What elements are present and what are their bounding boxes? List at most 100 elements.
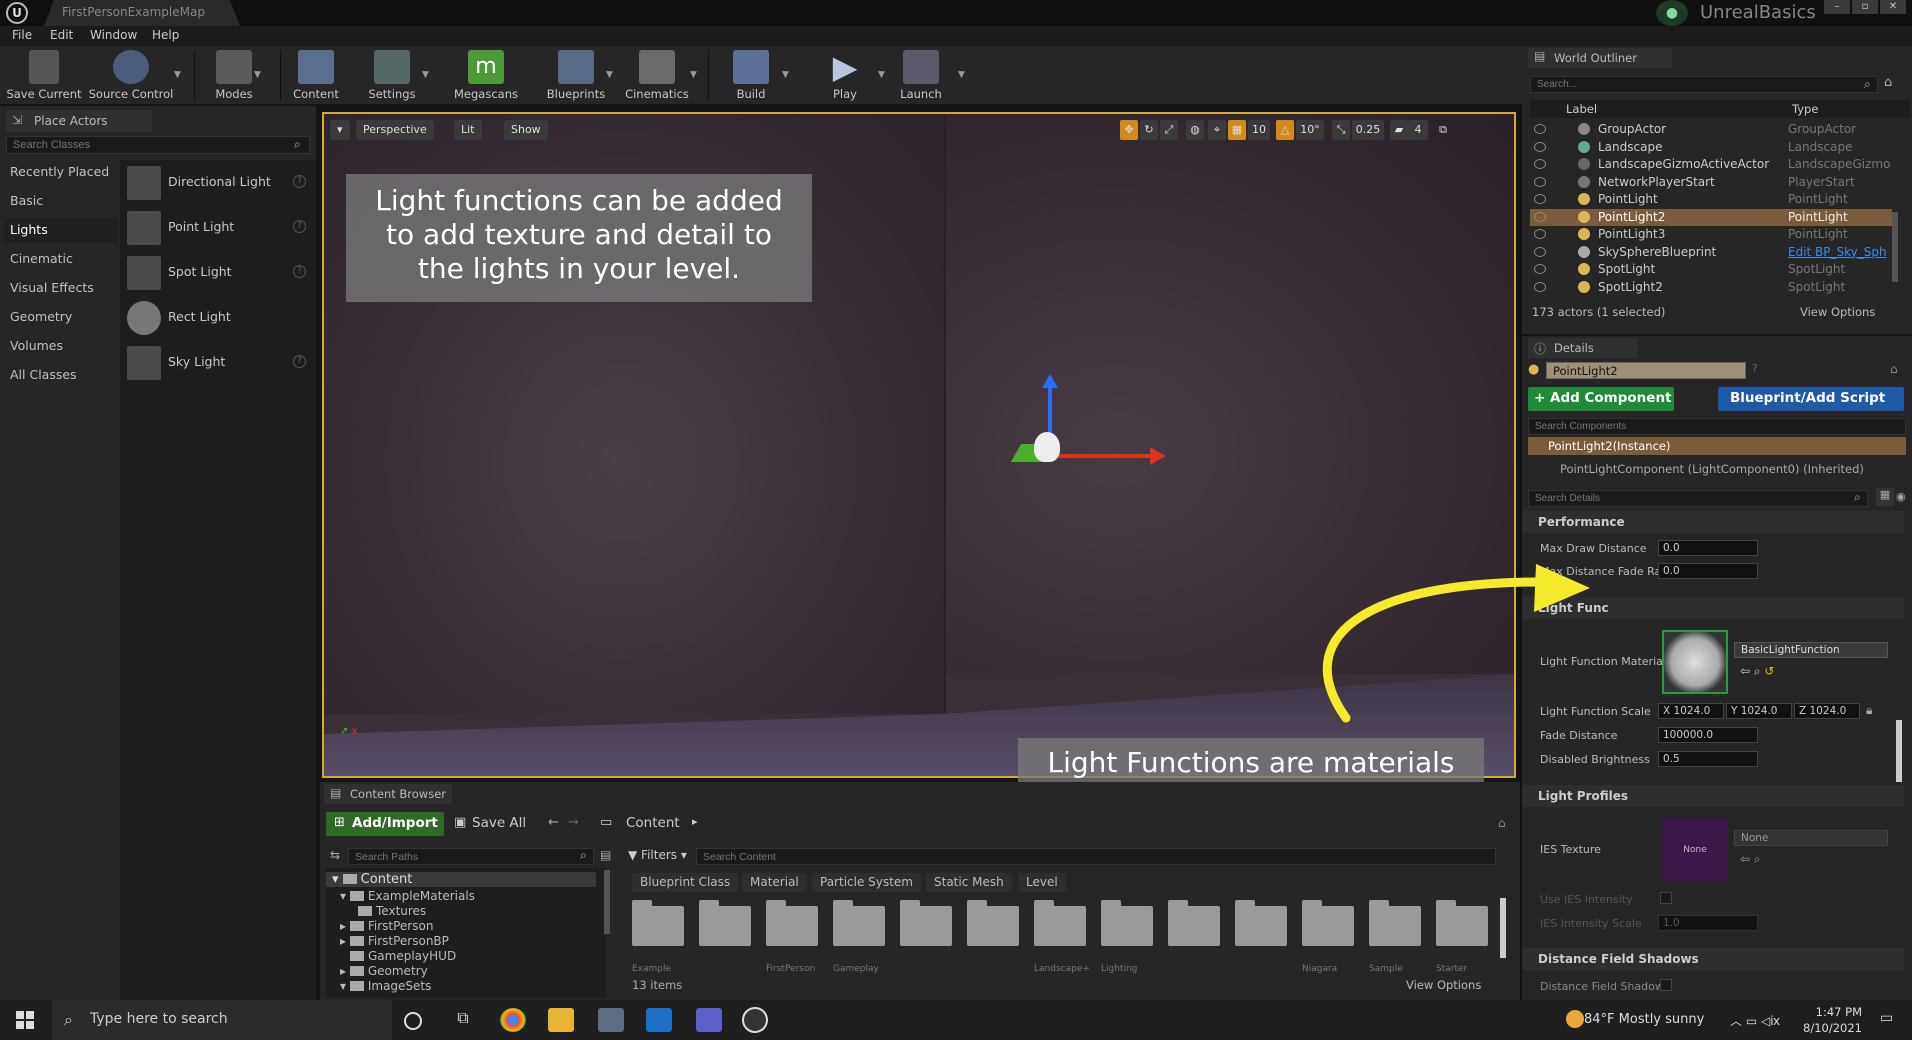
column-type[interactable]: Type: [1792, 102, 1818, 116]
close-button[interactable]: ✕: [1880, 0, 1906, 14]
grid-snap-value[interactable]: 10: [1248, 120, 1270, 140]
tree-item[interactable]: ▾ ImageSets: [326, 979, 431, 993]
disabled-brightness-field[interactable]: 0.5: [1658, 751, 1758, 767]
camera-speed-value[interactable]: 4: [1408, 120, 1428, 140]
save-current-button[interactable]: Save Current: [6, 46, 82, 104]
category-recently-placed[interactable]: Recently Placed: [4, 160, 118, 184]
scale-y-field[interactable]: Y 1024.0: [1726, 703, 1792, 719]
chevron-down-icon[interactable]: ▼: [174, 70, 181, 80]
content-button[interactable]: Content: [288, 46, 344, 104]
blueprints-button[interactable]: Blueprints: [540, 46, 612, 104]
unreal-taskbar-icon[interactable]: [742, 1007, 768, 1033]
folder-tile[interactable]: [1436, 900, 1488, 946]
outliner-scrollbar[interactable]: [1892, 212, 1898, 282]
viewport-options-button[interactable]: ▾: [330, 120, 350, 140]
eye-icon[interactable]: [1534, 229, 1546, 239]
file-explorer-icon[interactable]: [548, 1008, 574, 1032]
megascans-button[interactable]: m Megascans: [450, 46, 522, 104]
filters-button[interactable]: ▼ Filters ▾: [628, 848, 687, 862]
task-view-icon[interactable]: ⧉: [450, 1008, 476, 1032]
world-icon[interactable]: ◍: [1186, 120, 1204, 140]
actor-sky-light[interactable]: Sky Light?: [124, 343, 310, 383]
filter-chip-blueprint-class[interactable]: Blueprint Class: [632, 873, 739, 892]
chevron-down-icon[interactable]: ▼: [878, 70, 885, 80]
outliner-search-input[interactable]: [1530, 76, 1878, 93]
menu-file[interactable]: File: [12, 28, 32, 42]
folder-tile[interactable]: [632, 900, 684, 946]
ies-texture-dropdown[interactable]: None: [1734, 830, 1888, 846]
eye-icon[interactable]: [1534, 194, 1546, 204]
save-all-button[interactable]: Save All: [472, 815, 526, 831]
store-icon[interactable]: [598, 1008, 624, 1032]
breadcrumb[interactable]: Content: [626, 815, 680, 831]
outliner-row[interactable]: SkySphereBlueprint Edit BP_Sky_Sph: [1530, 244, 1892, 262]
search-components-input[interactable]: [1528, 418, 1906, 435]
eye-icon[interactable]: [1534, 281, 1546, 292]
menu-help[interactable]: Help: [152, 28, 179, 42]
chevron-down-icon[interactable]: ▼: [690, 70, 697, 80]
eye-icon[interactable]: [1534, 176, 1546, 187]
eye-icon[interactable]: [1534, 211, 1546, 222]
sources-toggle-icon[interactable]: ⇆: [330, 848, 340, 862]
grid-snap-icon[interactable]: ▦: [1228, 120, 1246, 140]
eye-icon[interactable]: [1534, 246, 1546, 257]
ies-intensity-scale-field[interactable]: 1.0: [1658, 915, 1758, 931]
outliner-row[interactable]: SpotLight2 SpotLight: [1530, 279, 1892, 297]
list-icon[interactable]: ▤: [600, 848, 611, 862]
eye-icon[interactable]: [1534, 124, 1546, 134]
folder-tile[interactable]: [833, 900, 885, 946]
translate-icon[interactable]: ✥: [1120, 120, 1138, 140]
fade-distance-field[interactable]: 100000.0: [1658, 727, 1758, 743]
search-paths-input[interactable]: [348, 848, 594, 865]
folder-tile[interactable]: [1034, 900, 1086, 946]
eye-icon[interactable]: ◉: [1896, 490, 1906, 503]
component-instance-row[interactable]: PointLight2(Instance): [1528, 437, 1906, 455]
camera-speed-icon[interactable]: ▰: [1390, 120, 1408, 140]
teams-icon[interactable]: [696, 1008, 722, 1032]
lock-icon[interactable]: ⌂: [1890, 362, 1898, 376]
filter-chip-static-mesh[interactable]: Static Mesh: [926, 873, 1012, 892]
outlook-icon[interactable]: [646, 1008, 672, 1032]
surface-snap-icon[interactable]: ⌖: [1208, 120, 1226, 140]
outliner-row[interactable]: GroupActor GroupActor: [1530, 121, 1892, 139]
tray-icons[interactable]: ︿ ▭ ◁ⅸ: [1730, 1012, 1780, 1029]
settings-button[interactable]: Settings: [362, 46, 422, 104]
lit-button[interactable]: Lit: [454, 120, 482, 140]
windows-start-icon[interactable]: [16, 1011, 34, 1029]
material-thumbnail[interactable]: [1662, 630, 1728, 694]
max-draw-distance-field[interactable]: 0.0: [1658, 540, 1758, 556]
actor-spot-light[interactable]: Spot Light?: [124, 253, 310, 293]
cortana-icon[interactable]: [404, 1012, 422, 1030]
taskbar-search-input[interactable]: Type here to search: [52, 1000, 392, 1040]
category-geometry[interactable]: Geometry: [4, 305, 118, 329]
category-all-classes[interactable]: All Classes: [4, 363, 118, 387]
help-icon[interactable]: ?: [293, 355, 306, 368]
outliner-row[interactable]: NetworkPlayerStart PlayerStart: [1530, 174, 1892, 192]
scale-snap-icon[interactable]: ⤡: [1332, 120, 1350, 140]
category-volumes[interactable]: Volumes: [4, 334, 118, 358]
folder-tile[interactable]: [699, 900, 751, 946]
outliner-row[interactable]: PointLight3 PointLight: [1530, 226, 1892, 244]
weather-text[interactable]: 84°F Mostly sunny: [1584, 1012, 1704, 1027]
maximize-viewport-icon[interactable]: ⧉: [1434, 120, 1452, 140]
help-icon[interactable]: ?: [293, 175, 306, 188]
light-function-material-dropdown[interactable]: BasicLightFunction: [1734, 642, 1888, 658]
search-classes-input[interactable]: [6, 136, 310, 154]
tree-item[interactable]: Textures: [326, 904, 426, 918]
category-lights[interactable]: Lights: [4, 218, 118, 242]
actor-point-light[interactable]: Point Light?: [124, 208, 310, 248]
show-button[interactable]: Show: [504, 120, 548, 140]
chevron-down-icon[interactable]: ▼: [782, 70, 789, 80]
scale-icon[interactable]: ⤢: [1160, 120, 1178, 140]
actor-name-field[interactable]: PointLight2: [1546, 362, 1746, 379]
details-scrollbar[interactable]: [1896, 720, 1902, 782]
outliner-row[interactable]: SpotLight SpotLight: [1530, 261, 1892, 279]
play-button[interactable]: ▶ Play: [804, 46, 886, 104]
folder-tile[interactable]: [1235, 900, 1287, 946]
section-light-profiles[interactable]: Light Profiles: [1522, 785, 1904, 807]
filter-chip-material[interactable]: Material: [742, 873, 807, 892]
back-arrow-icon[interactable]: ←: [548, 815, 559, 830]
folder-tile[interactable]: [1168, 900, 1220, 946]
eye-icon[interactable]: [1534, 141, 1546, 152]
rotate-icon[interactable]: ↻: [1140, 120, 1158, 140]
